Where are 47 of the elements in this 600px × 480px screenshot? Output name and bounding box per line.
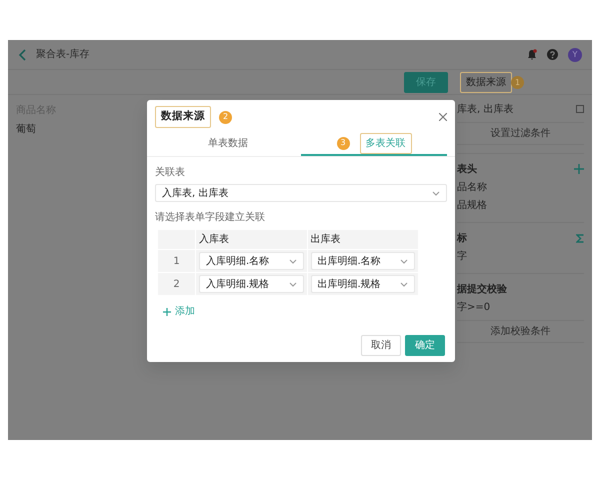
field-item[interactable]: 字>=0 (457, 298, 584, 316)
field-item[interactable]: 字 (457, 247, 584, 265)
chevron-icon (400, 258, 408, 264)
row-number: 2 (158, 272, 196, 296)
section-title: 标 (457, 232, 467, 246)
section-title: 表头 (457, 162, 477, 176)
field-item[interactable]: 品名称 (457, 178, 584, 196)
section-title: 据提交校验 (457, 282, 507, 296)
filter-button[interactable]: 设置过滤条件 (457, 122, 584, 145)
cancel-button[interactable]: 取消 (361, 335, 401, 356)
tab[interactable]: 多表关联 (360, 132, 412, 154)
chevron-icon (400, 282, 408, 286)
chevron-icon (288, 282, 296, 286)
row-number: 1 (158, 250, 196, 272)
step-badge: 2 (219, 110, 232, 124)
field-value: 葡萄 (16, 124, 36, 135)
field-label: 关联表 (155, 166, 186, 180)
plus-icon (163, 308, 171, 316)
source-value: 库表, 出库表 (457, 102, 514, 116)
sigma-icon[interactable] (576, 234, 584, 242)
add-rule-button[interactable]: 添加校验条件 (457, 320, 584, 343)
data-source-button[interactable]: 数据来源 (460, 72, 512, 92)
close-icon[interactable] (439, 113, 447, 121)
avatar[interactable]: Y (568, 48, 582, 62)
select-field[interactable]: 入库明细.名称 (199, 252, 304, 270)
bell-icon[interactable] (527, 49, 537, 60)
help-icon[interactable] (547, 49, 558, 60)
edit-icon[interactable] (576, 105, 584, 113)
back-icon[interactable] (18, 48, 26, 60)
column-header: 入库表 (196, 230, 307, 250)
field-item[interactable]: 品规格 (457, 196, 584, 214)
dialog-title: 数据来源 (155, 106, 211, 128)
add-link[interactable]: 添加 (163, 304, 195, 319)
select-field[interactable]: 入库明细.规格 (199, 275, 304, 293)
select-field[interactable]: 出库明细.名称 (310, 252, 415, 270)
step-badge: 3 (336, 136, 350, 150)
chevron-icon (288, 258, 296, 264)
confirm-button[interactable]: 确定 (405, 335, 445, 356)
page-title: 聚合表-库存 (36, 48, 90, 62)
select-field[interactable]: 入库表, 出库表 (155, 184, 447, 202)
select-field[interactable]: 出库明细.规格 (310, 275, 415, 293)
hint-text: 请选择表单字段建立关联 (155, 210, 266, 225)
step-badge: 1 (511, 76, 524, 89)
column-header: 出库表 (307, 230, 418, 250)
tab[interactable]: 单表数据 (208, 136, 248, 150)
chevron-icon (432, 190, 440, 196)
plus-icon[interactable] (574, 164, 584, 174)
